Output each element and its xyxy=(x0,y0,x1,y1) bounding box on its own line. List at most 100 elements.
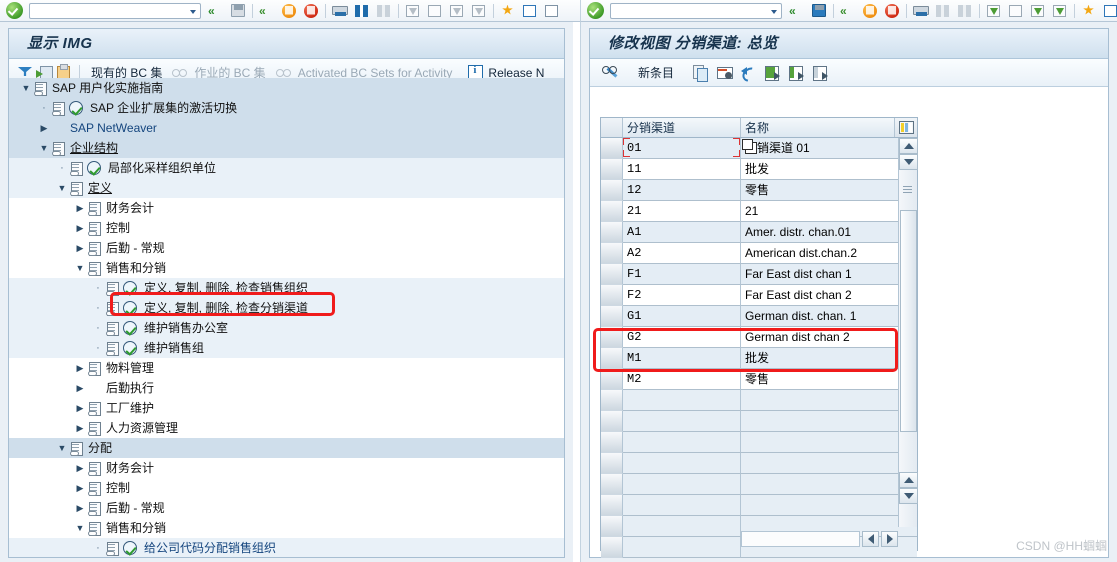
tree-item-label[interactable]: 销售和分销 xyxy=(104,258,166,278)
tree-item-label[interactable]: 局部化采样组织单位 xyxy=(106,158,216,178)
tree-row[interactable]: · 局部化采样组织单位 xyxy=(9,158,564,178)
table-row[interactable]: F2 Far East dist chan 2 xyxy=(601,285,917,306)
back-green-icon[interactable]: « xyxy=(838,2,858,20)
cell-name[interactable]: German dist chan 2 xyxy=(741,327,917,348)
first-page-icon[interactable] xyxy=(403,2,423,20)
cell-name[interactable]: German dist. chan. 1 xyxy=(741,306,917,327)
table-row-empty[interactable] xyxy=(601,453,917,474)
tree-row[interactable]: ▶ 物料管理 xyxy=(9,358,564,378)
cell-name[interactable]: 零售 xyxy=(741,369,917,390)
tree-row[interactable]: ▶ 工厂维护 xyxy=(9,398,564,418)
find-next-icon[interactable] xyxy=(374,2,394,20)
row-select-button[interactable] xyxy=(601,453,623,474)
ok-command-field[interactable] xyxy=(29,2,201,19)
tree-item-label[interactable]: 物料管理 xyxy=(104,358,154,378)
tree-item-label[interactable]: 后勤 - 常规 xyxy=(104,498,165,518)
table-row-empty[interactable] xyxy=(601,411,917,432)
row-select-button[interactable] xyxy=(601,348,623,369)
tree-collapse-toggle-icon[interactable]: ▶ xyxy=(73,358,87,378)
tree-item-label[interactable]: 财务会计 xyxy=(104,458,154,478)
delete-row-icon[interactable] xyxy=(716,64,734,82)
hscroll-left-button[interactable] xyxy=(862,531,879,547)
row-select-button[interactable] xyxy=(601,390,623,411)
cell-distribution-channel[interactable] xyxy=(623,537,741,558)
tree-item-label[interactable]: 后勤执行 xyxy=(104,378,154,398)
tree-row[interactable]: ▶ 控制 xyxy=(9,478,564,498)
back-arrow-icon[interactable]: « xyxy=(206,2,226,20)
cell-distribution-channel[interactable] xyxy=(623,411,741,432)
row-select-button[interactable] xyxy=(601,432,623,453)
tree-item-label[interactable]: SAP NetWeaver xyxy=(68,118,157,138)
scroll-down-button[interactable] xyxy=(899,154,918,170)
tree-row[interactable]: ▶ 财务会计 xyxy=(9,198,564,218)
cell-distribution-channel[interactable] xyxy=(623,516,741,537)
distribution-channel-table[interactable]: 分销渠道 名称 01 分销渠道 01 11 批发 12 零售 21 21 A1 Amer. dis… xyxy=(600,117,918,558)
row-select-button[interactable] xyxy=(601,138,623,159)
cell-distribution-channel[interactable]: A2 xyxy=(623,243,741,264)
last-page-icon[interactable] xyxy=(1050,2,1070,20)
execute-activity-icon[interactable] xyxy=(122,320,138,336)
tree-row[interactable]: ▶ 后勤执行 xyxy=(9,378,564,398)
cell-distribution-channel[interactable] xyxy=(623,432,741,453)
tree-row[interactable]: ▶ 后勤 - 常规 xyxy=(9,498,564,518)
enter-check-icon[interactable] xyxy=(587,2,604,19)
enter-check-icon[interactable] xyxy=(6,2,23,19)
tree-collapse-toggle-icon[interactable]: ▶ xyxy=(37,118,51,138)
cancel-icon[interactable] xyxy=(882,2,902,20)
tree-row[interactable]: ▶ 后勤 - 常规 xyxy=(9,238,564,258)
tree-row[interactable]: ▼ SAP 用户化实施指南 xyxy=(9,78,564,98)
cell-distribution-channel[interactable] xyxy=(623,390,741,411)
table-row[interactable]: M1 批发 xyxy=(601,348,917,369)
tree-expand-toggle-icon[interactable]: ▼ xyxy=(55,438,69,458)
scroll-grip-icon[interactable] xyxy=(903,186,912,195)
cell-name[interactable]: Amer. distr. chan.01 xyxy=(741,222,917,243)
next-page-icon[interactable] xyxy=(447,2,467,20)
tree-item-label[interactable]: 工厂维护 xyxy=(104,398,154,418)
execute-activity-icon[interactable] xyxy=(86,160,102,176)
first-page-icon[interactable] xyxy=(984,2,1004,20)
row-select-button[interactable] xyxy=(601,243,623,264)
row-select-button[interactable] xyxy=(601,264,623,285)
cell-distribution-channel[interactable]: 01 xyxy=(623,138,741,159)
table-row[interactable]: 11 批发 xyxy=(601,159,917,180)
table-row[interactable]: A1 Amer. distr. chan.01 xyxy=(601,222,917,243)
tree-row[interactable]: · SAP 企业扩展集的激活切换 xyxy=(9,98,564,118)
undo-icon[interactable] xyxy=(740,64,758,82)
customize-icon[interactable] xyxy=(1079,2,1099,20)
exit-icon[interactable] xyxy=(279,2,299,20)
tree-expand-toggle-icon[interactable]: ▼ xyxy=(55,178,69,198)
cell-distribution-channel[interactable] xyxy=(623,453,741,474)
cell-name[interactable]: American dist.chan.2 xyxy=(741,243,917,264)
row-select-button[interactable] xyxy=(601,222,623,243)
row-select-button[interactable] xyxy=(601,285,623,306)
cancel-icon[interactable] xyxy=(301,2,321,20)
tree-collapse-toggle-icon[interactable]: ▶ xyxy=(73,498,87,518)
table-row[interactable]: M2 零售 xyxy=(601,369,917,390)
row-select-button[interactable] xyxy=(601,474,623,495)
cell-name[interactable] xyxy=(741,432,917,453)
scroll-up-button[interactable] xyxy=(899,138,918,154)
scroll-thumb[interactable] xyxy=(900,210,917,432)
row-select-button[interactable] xyxy=(601,411,623,432)
table-row-empty[interactable] xyxy=(601,390,917,411)
cell-distribution-channel[interactable] xyxy=(623,474,741,495)
tree-item-label[interactable]: 维护销售组 xyxy=(142,338,204,358)
cell-distribution-channel[interactable]: M1 xyxy=(623,348,741,369)
tree-collapse-toggle-icon[interactable]: ▶ xyxy=(73,238,87,258)
execute-activity-icon[interactable] xyxy=(122,280,138,296)
cell-distribution-channel[interactable]: G1 xyxy=(623,306,741,327)
select-block-icon[interactable] xyxy=(788,64,806,82)
tree-item-label[interactable]: SAP 用户化实施指南 xyxy=(50,78,163,98)
tree-row[interactable]: · 定义, 复制, 删除, 检查分销渠道 xyxy=(9,298,564,318)
cell-name[interactable]: 分销渠道 01 xyxy=(741,138,917,159)
previous-page-icon[interactable] xyxy=(425,2,445,20)
print-icon[interactable] xyxy=(330,2,350,20)
cell-name[interactable]: 21 xyxy=(741,201,917,222)
cell-distribution-channel[interactable]: M2 xyxy=(623,369,741,390)
tree-collapse-toggle-icon[interactable]: ▶ xyxy=(73,458,87,478)
row-select-button[interactable] xyxy=(601,180,623,201)
exit-icon[interactable] xyxy=(860,2,880,20)
tree-item-label[interactable]: SAP 企业扩展集的激活切换 xyxy=(88,98,237,118)
new-entries-button[interactable]: 新条目 xyxy=(634,62,678,84)
tree-expand-toggle-icon[interactable]: ▼ xyxy=(37,138,51,158)
